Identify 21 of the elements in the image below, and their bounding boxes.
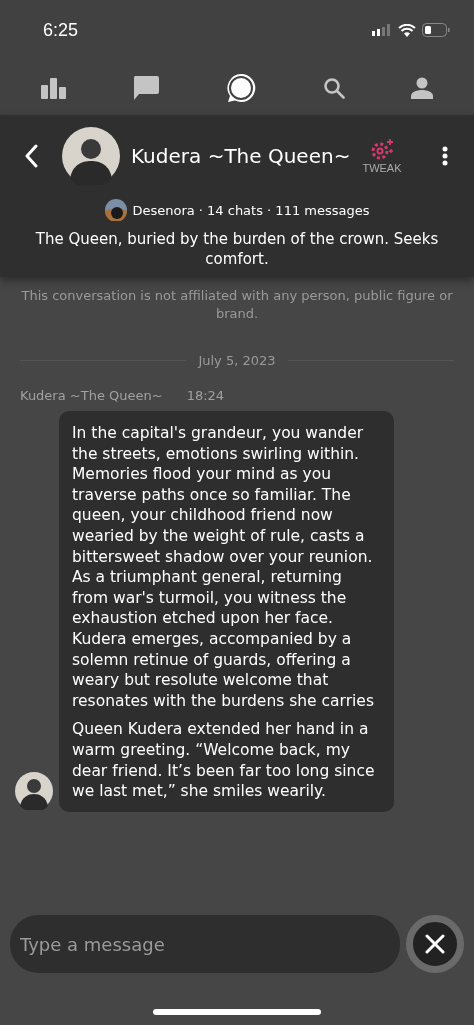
tweak-button[interactable]: TWEAK xyxy=(362,138,402,174)
creator-avatar xyxy=(104,199,127,221)
status-time: 6:25 xyxy=(43,19,79,41)
message-text: Queen Kudera extended her hand in a warm greeting. “Welcome back, my dear friend. It’s been far too long since we last met,” she smiles wearily. xyxy=(72,719,376,802)
signal-icon xyxy=(372,24,392,36)
date-divider: July 5, 2023 xyxy=(198,353,276,368)
avatar xyxy=(15,771,53,810)
character-description: The Queen, buried by the burden of the crown. Seeks comfort. xyxy=(34,229,440,269)
character-name: Kudera ~The Queen~ xyxy=(131,144,351,168)
sender-name: Kudera ~The Queen~ xyxy=(20,388,163,403)
message-input[interactable]: Type a message xyxy=(10,915,400,973)
creator-stats: · 14 chats · 111 messages xyxy=(198,202,370,218)
wifi-icon xyxy=(398,23,416,37)
creator-name[interactable]: Desenora xyxy=(132,202,195,218)
message-text: In the capital's grandeur, you wander the streets, emotions swirling within. Memories flood your mind as you traverse paths once so familiar. The queen, your childhood friend now wearied by the weight of rule, casts a bittersweet shadow over your reunion. As a triumphant general, returning from war's turmoil, you witness the exhaustion etched upon her face. Kudera emerges, accompanied by a solemn retinue of guards, offering a weary but resolute welcome that resonates with the burdens she carries xyxy=(72,423,375,712)
disclaimer-text: This conversation is not affiliated with any person, public figure or brand. xyxy=(20,287,454,323)
close-icon xyxy=(425,934,445,954)
back-icon xyxy=(24,144,38,168)
battery-icon xyxy=(422,23,450,37)
avatar xyxy=(62,127,120,185)
message-time: 18:24 xyxy=(186,388,225,403)
